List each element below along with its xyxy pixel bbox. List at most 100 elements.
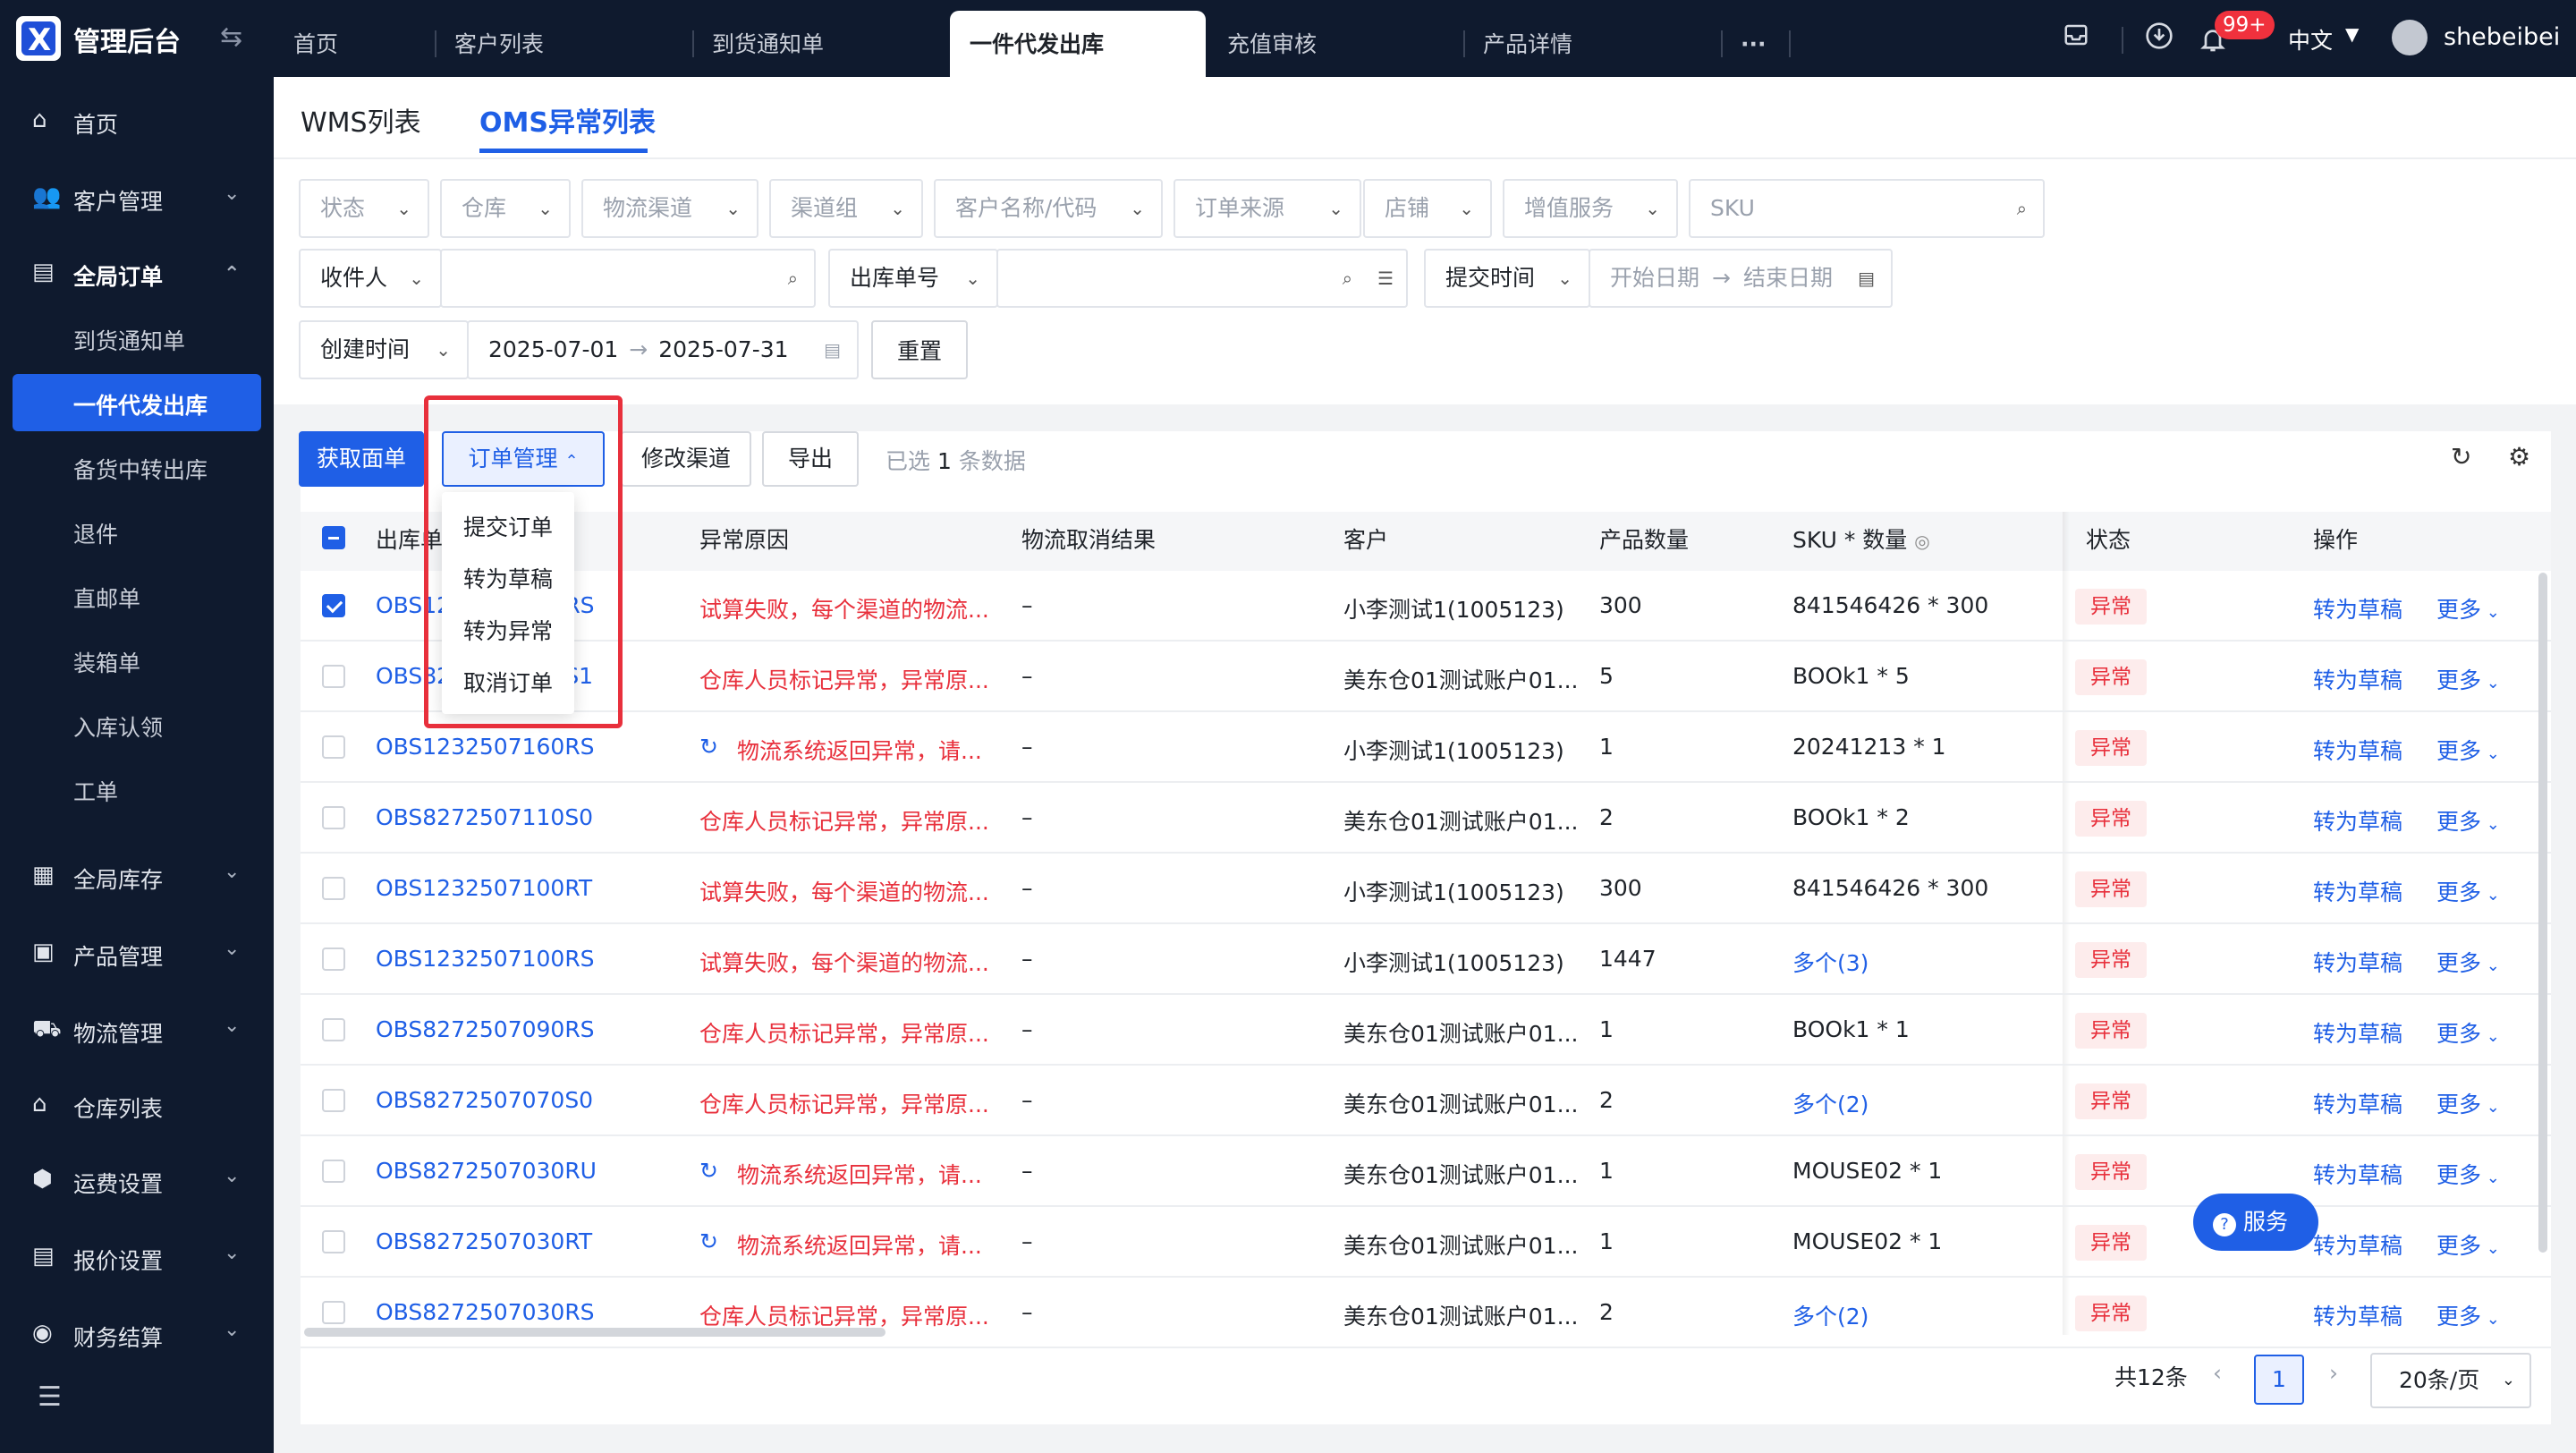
channel-select[interactable]: 物流渠道 ⌄ xyxy=(581,179,758,238)
sku-qty[interactable]: 多个(3) xyxy=(1792,946,2043,978)
sku-qty[interactable]: 多个(2) xyxy=(1792,1087,2043,1119)
to-draft-link[interactable]: 转为草稿 xyxy=(2313,734,2402,766)
reset-button[interactable]: 重置 xyxy=(871,320,968,379)
recipient-input[interactable]: ⌕ xyxy=(440,249,816,308)
create-date-range[interactable]: 2025-07-01 → 2025-07-31 ▤ xyxy=(467,320,859,379)
download-icon[interactable] xyxy=(2145,21,2174,57)
sidebar-sub-transfer[interactable]: 备货中转出库 xyxy=(73,453,208,485)
avatar[interactable] xyxy=(2392,20,2428,55)
prev-page-icon[interactable]: ‹ xyxy=(2213,1360,2222,1386)
outbound-no-link[interactable]: OBS8272507090RS xyxy=(376,1016,671,1042)
language-select[interactable]: 中文 xyxy=(2288,23,2333,55)
outbound-no-link[interactable]: OBS8272507030RT xyxy=(376,1228,671,1254)
sidebar-item-orders[interactable]: ▤ 全局订单 ⌃ xyxy=(0,245,274,299)
sidebar-sub-returns[interactable]: 退件 xyxy=(73,517,118,549)
more-actions-link[interactable]: 更多 ⌄ xyxy=(2436,1299,2500,1331)
more-actions-link[interactable]: 更多 ⌄ xyxy=(2436,875,2500,907)
sidebar-sub-packing[interactable]: 装箱单 xyxy=(73,646,140,678)
more-actions-link[interactable]: 更多 ⌄ xyxy=(2436,734,2500,766)
row-checkbox[interactable] xyxy=(322,806,345,829)
warehouse-select[interactable]: 仓库 ⌄ xyxy=(440,179,571,238)
next-page-icon[interactable]: › xyxy=(2329,1360,2338,1386)
submit-time-field-select[interactable]: 提交时间 ⌄ xyxy=(1424,249,1590,308)
subtab-oms[interactable]: OMS异常列表 xyxy=(479,100,656,140)
outbound-no-link[interactable]: OBS8272507030RU xyxy=(376,1158,671,1184)
more-actions-link[interactable]: 更多 ⌄ xyxy=(2436,592,2500,625)
outbound-no-link[interactable]: OBS1232507160RS xyxy=(376,734,671,760)
sidebar-item-customers[interactable]: 👥 客户管理 ⌄ xyxy=(0,170,274,224)
value-added-select[interactable]: 增值服务 ⌄ xyxy=(1503,179,1678,238)
service-button[interactable]: ? 服务 xyxy=(2193,1194,2318,1251)
submit-date-range[interactable]: 开始日期 → 结束日期 ▤ xyxy=(1589,249,1893,308)
sku-search-input[interactable]: SKU ⌕ xyxy=(1689,179,2045,238)
outbound-no-field-select[interactable]: 出库单号 ⌄ xyxy=(828,249,998,308)
outbound-no-link[interactable]: OBS1232507100RS xyxy=(376,946,671,972)
recipient-field-select[interactable]: 收件人 ⌄ xyxy=(299,249,442,308)
sidebar-item-home[interactable]: ⌂ 首页 xyxy=(0,93,274,147)
tab-product[interactable]: 产品详情 xyxy=(1483,11,1572,77)
row-checkbox[interactable] xyxy=(322,1230,345,1253)
tab-more[interactable]: ··· xyxy=(1741,11,1767,77)
to-draft-link[interactable]: 转为草稿 xyxy=(2313,1158,2402,1190)
more-actions-link[interactable]: 更多 ⌄ xyxy=(2436,1087,2500,1119)
create-time-field-select[interactable]: 创建时间 ⌄ xyxy=(299,320,469,379)
export-button[interactable]: 导出 xyxy=(762,431,859,487)
tab-home[interactable]: 首页 xyxy=(293,11,338,77)
sidebar-item-freight[interactable]: ⬢ 运费设置 ⌄ xyxy=(0,1152,274,1206)
outbound-no-link[interactable]: OBS8272507110S0 xyxy=(376,804,671,830)
sidebar-sub-dropship[interactable]: 一件代发出库 xyxy=(73,388,208,421)
sku-qty[interactable]: 多个(2) xyxy=(1792,1299,2043,1331)
sidebar-item-logistics[interactable]: ⛟ 物流管理 ⌄ xyxy=(0,1002,274,1056)
horizontal-scrollbar[interactable] xyxy=(304,1328,886,1337)
outbound-no-link[interactable]: OBS8272507070S0 xyxy=(376,1087,671,1113)
sidebar-sub-claim[interactable]: 入库认领 xyxy=(73,710,163,743)
sidebar-sub-ticket[interactable]: 工单 xyxy=(73,775,118,807)
to-draft-link[interactable]: 转为草稿 xyxy=(2313,804,2402,837)
page-1-button[interactable]: 1 xyxy=(2254,1355,2304,1405)
row-checkbox[interactable] xyxy=(322,1089,345,1112)
to-draft-link[interactable]: 转为草稿 xyxy=(2313,663,2402,695)
sidebar-item-finance[interactable]: ◉ 财务结算 ⌄ xyxy=(0,1306,274,1360)
change-channel-button[interactable]: 修改渠道 xyxy=(621,431,751,487)
more-actions-link[interactable]: 更多 ⌄ xyxy=(2436,946,2500,978)
more-actions-link[interactable]: 更多 ⌄ xyxy=(2436,804,2500,837)
collapse-sidebar-icon[interactable]: ☰ xyxy=(38,1381,62,1413)
row-checkbox[interactable] xyxy=(322,735,345,759)
more-actions-link[interactable]: 更多 ⌄ xyxy=(2436,1016,2500,1049)
row-checkbox[interactable] xyxy=(322,665,345,688)
row-checkbox[interactable] xyxy=(322,947,345,971)
get-label-button[interactable]: 获取面单 xyxy=(299,431,424,487)
sidebar-item-quote[interactable]: ▤ 报价设置 ⌄ xyxy=(0,1229,274,1283)
outbound-no-link[interactable]: OBS8272507030RS xyxy=(376,1299,671,1325)
subtab-wms[interactable]: WMS列表 xyxy=(301,100,421,140)
row-checkbox[interactable] xyxy=(322,1301,345,1324)
to-draft-link[interactable]: 转为草稿 xyxy=(2313,1087,2402,1119)
page-size-select[interactable]: 20条/页 ⌄ xyxy=(2370,1353,2531,1408)
sidebar-item-inventory[interactable]: ▦ 全局库存 ⌄ xyxy=(0,848,274,902)
row-checkbox[interactable] xyxy=(322,594,345,617)
to-draft-link[interactable]: 转为草稿 xyxy=(2313,592,2402,625)
refresh-icon[interactable]: ↻ xyxy=(2451,442,2471,472)
sidebar-item-warehouses[interactable]: ⌂ 仓库列表 xyxy=(0,1077,274,1131)
menu-collapse-icon[interactable]: ⇆ xyxy=(220,21,242,53)
to-draft-link[interactable]: 转为草稿 xyxy=(2313,1016,2402,1049)
outbound-no-input[interactable]: ⌕ ☰ xyxy=(996,249,1408,308)
sidebar-sub-direct-mail[interactable]: 直邮单 xyxy=(73,582,140,614)
channel-group-select[interactable]: 渠道组 ⌄ xyxy=(769,179,923,238)
to-draft-link[interactable]: 转为草稿 xyxy=(2313,875,2402,907)
to-draft-link[interactable]: 转为草稿 xyxy=(2313,946,2402,978)
row-checkbox[interactable] xyxy=(322,877,345,900)
outbound-no-link[interactable]: OBS1232507100RT xyxy=(376,875,671,901)
tab-recharge[interactable]: 充值审核 xyxy=(1227,11,1317,77)
shop-select[interactable]: 店铺 ⌄ xyxy=(1363,179,1492,238)
more-actions-link[interactable]: 更多 ⌄ xyxy=(2436,663,2500,695)
row-checkbox[interactable] xyxy=(322,1018,345,1041)
tab-dropship[interactable]: 一件代发出库 xyxy=(950,11,1206,77)
customer-select[interactable]: 客户名称/代码 ⌄ xyxy=(934,179,1163,238)
username[interactable]: shebeibei xyxy=(2444,23,2560,51)
status-select[interactable]: 状态 ⌄ xyxy=(299,179,429,238)
to-draft-link[interactable]: 转为草稿 xyxy=(2313,1299,2402,1331)
tab-customers[interactable]: 客户列表 xyxy=(454,11,544,77)
order-source-select[interactable]: 订单来源 ⌄ xyxy=(1174,179,1361,238)
inbox-icon[interactable] xyxy=(2063,21,2089,55)
